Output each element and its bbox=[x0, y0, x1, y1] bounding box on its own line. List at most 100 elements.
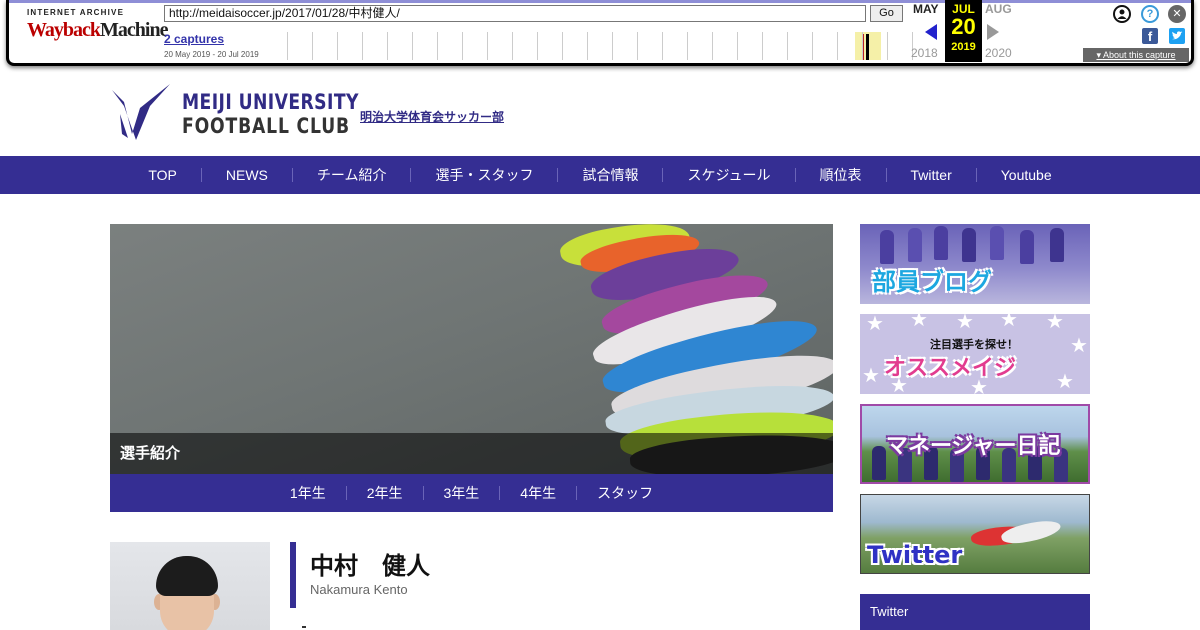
sparkline-tick bbox=[312, 32, 313, 60]
current-day: 20 bbox=[951, 14, 976, 39]
sparkline-tick bbox=[862, 32, 863, 60]
sparkline-tick bbox=[737, 32, 738, 60]
banner-member-blog[interactable]: 部員ブログ bbox=[860, 224, 1090, 304]
main-nav: TOP NEWS チーム紹介 選手・スタッフ 試合情報 スケジュール 順位表 T… bbox=[0, 156, 1200, 194]
captures-link[interactable]: 2 captures bbox=[164, 32, 224, 46]
sparkline-tick bbox=[462, 32, 463, 60]
star-icon: ★ bbox=[866, 314, 884, 335]
name-accent-bar bbox=[290, 542, 296, 608]
banner-manager-diary[interactable]: マネージャー日記 bbox=[860, 404, 1090, 484]
sparkline-tick bbox=[487, 32, 488, 60]
logo-wayback-machine: WaybackMachine bbox=[27, 19, 168, 42]
banner-person bbox=[962, 228, 976, 262]
star-icon: ★ bbox=[910, 314, 928, 331]
nav-item-standings[interactable]: 順位表 bbox=[794, 168, 886, 182]
nav-item-top[interactable]: TOP bbox=[124, 168, 201, 182]
subnav-item-4th-year[interactable]: 4年生 bbox=[499, 486, 576, 500]
sparkline-tick bbox=[362, 32, 363, 60]
sparkline-tick bbox=[337, 32, 338, 60]
sparkline-tick bbox=[787, 32, 788, 60]
close-icon[interactable]: ✕ bbox=[1168, 5, 1186, 23]
sparkline-tick bbox=[812, 32, 813, 60]
club-name-link[interactable]: 明治大学体育会サッカー部 bbox=[360, 108, 504, 125]
logo-text-university[interactable]: MEIJI UNIVERSITY bbox=[182, 90, 359, 114]
banner-person bbox=[990, 226, 1004, 260]
banner-twitter[interactable]: Twitter bbox=[860, 494, 1090, 574]
banner-person bbox=[1020, 230, 1034, 264]
banner-person bbox=[872, 446, 886, 480]
star-icon: ★ bbox=[1046, 314, 1064, 333]
nav-item-team[interactable]: チーム紹介 bbox=[291, 168, 411, 182]
nav-item-twitter[interactable]: Twitter bbox=[885, 168, 976, 182]
banner-osusumeiji[interactable]: ★ ★ ★ ★ ★ ★ ★ ★ ★ ★ 注目選手を探せ！ オススメイジ bbox=[860, 314, 1090, 394]
banner-member-blog-label: 部員ブログ bbox=[872, 268, 992, 296]
subnav-item-3rd-year[interactable]: 3年生 bbox=[422, 486, 500, 500]
banner-person bbox=[934, 226, 948, 260]
sparkline-tick bbox=[612, 32, 613, 60]
subnav-item-staff[interactable]: スタッフ bbox=[576, 486, 673, 500]
prev-month[interactable]: MAY bbox=[913, 2, 939, 16]
sidebar-twitter-heading: Twitter bbox=[860, 594, 1090, 630]
url-input[interactable]: http://meidaisoccer.jp/2017/01/28/中村健人/ bbox=[164, 5, 866, 22]
banner-person bbox=[880, 230, 894, 264]
wayback-logo[interactable]: INTERNET ARCHIVE WaybackMachine bbox=[27, 8, 168, 48]
star-icon: ★ bbox=[1056, 371, 1074, 393]
star-icon: ★ bbox=[1000, 314, 1018, 331]
nav-item-schedule[interactable]: スケジュール bbox=[662, 168, 794, 182]
sparkline-tick bbox=[712, 32, 713, 60]
next-capture-arrow-icon[interactable] bbox=[987, 24, 999, 40]
content-bullet bbox=[302, 626, 306, 628]
star-icon: ★ bbox=[1070, 335, 1088, 357]
user-icon[interactable] bbox=[1113, 5, 1131, 23]
banner-manager-diary-label: マネージャー日記 bbox=[886, 434, 1061, 459]
sparkline-tick bbox=[687, 32, 688, 60]
photo-hair bbox=[156, 556, 218, 596]
sparkline-current-mark bbox=[866, 34, 869, 60]
sparkline-tick bbox=[537, 32, 538, 60]
current-year: 2019 bbox=[951, 41, 976, 53]
club-logo-mark[interactable] bbox=[110, 84, 172, 140]
logo-text-football-club[interactable]: FOOTBALL CLUB bbox=[182, 114, 350, 138]
wayback-toolbar: INTERNET ARCHIVE WaybackMachine http://m… bbox=[6, 0, 1194, 66]
about-capture-label: About this capture bbox=[1102, 50, 1176, 60]
logo-wayback-word: Wayback bbox=[27, 19, 101, 41]
facebook-icon[interactable]: f bbox=[1142, 28, 1158, 44]
sparkline-tick bbox=[637, 32, 638, 60]
subnav-item-2nd-year[interactable]: 2年生 bbox=[345, 486, 423, 500]
sparkline-tick bbox=[762, 32, 763, 60]
nav-item-players-staff[interactable]: 選手・スタッフ bbox=[410, 168, 557, 182]
prev-capture-arrow-icon[interactable] bbox=[925, 24, 937, 40]
twitter-share-icon[interactable] bbox=[1169, 28, 1185, 44]
logo-internet-archive: INTERNET ARCHIVE bbox=[27, 8, 125, 17]
player-photo bbox=[110, 542, 270, 630]
prev-year[interactable]: 2018 bbox=[911, 46, 938, 60]
go-button[interactable]: Go bbox=[870, 5, 903, 22]
player-name-jp: 中村 健人 bbox=[310, 552, 430, 580]
help-icon[interactable]: ? bbox=[1141, 5, 1159, 23]
star-icon: ★ bbox=[862, 365, 880, 387]
sparkline-tick bbox=[837, 32, 838, 60]
sparkline-tick bbox=[412, 32, 413, 60]
sparkline-tick bbox=[512, 32, 513, 60]
sparkline-tick bbox=[887, 32, 888, 60]
about-capture-button[interactable]: ▾ About this capture bbox=[1083, 48, 1189, 62]
sparkline-tick bbox=[287, 32, 288, 60]
capture-sparkline[interactable] bbox=[279, 32, 913, 60]
next-month: AUG bbox=[985, 2, 1012, 16]
sparkline-tick bbox=[387, 32, 388, 60]
sparkline-tick bbox=[662, 32, 663, 60]
subnav-item-1st-year[interactable]: 1年生 bbox=[270, 486, 346, 500]
next-year[interactable]: 2020 bbox=[985, 46, 1012, 60]
hero-caption: 選手紹介 bbox=[110, 433, 833, 474]
grade-subnav: 1年生 2年生 3年生 4年生 スタッフ bbox=[110, 474, 833, 512]
nav-item-matches[interactable]: 試合情報 bbox=[557, 168, 662, 182]
star-icon: ★ bbox=[956, 314, 974, 333]
sparkline-tick bbox=[587, 32, 588, 60]
banner-person bbox=[1050, 228, 1064, 262]
banner-twitter-label: Twitter bbox=[867, 541, 963, 569]
nav-item-youtube[interactable]: Youtube bbox=[975, 168, 1076, 182]
capture-range: 20 May 2019 - 20 Jul 2019 bbox=[164, 50, 259, 59]
nav-item-news[interactable]: NEWS bbox=[200, 168, 292, 182]
sparkline-tick bbox=[562, 32, 563, 60]
current-capture-date: JUL 20 2019 bbox=[945, 0, 982, 62]
